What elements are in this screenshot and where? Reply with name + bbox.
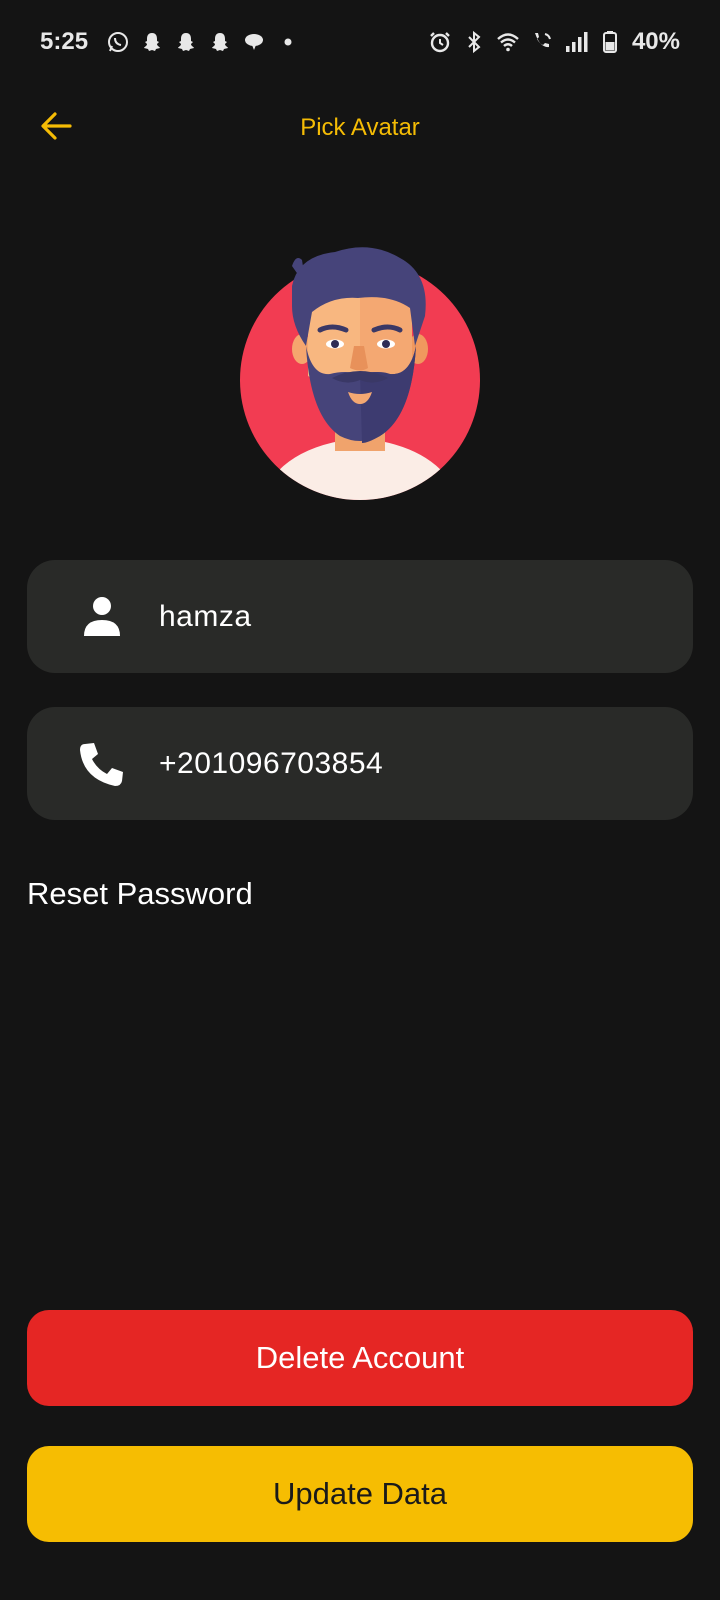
snapchat-icon — [208, 30, 232, 54]
name-input[interactable] — [159, 599, 659, 634]
app-header: Pick Avatar — [0, 96, 720, 160]
dot-icon — [276, 30, 300, 54]
update-data-button[interactable]: Update Data — [27, 1446, 693, 1542]
snapchat-icon — [140, 30, 164, 54]
wifi-call-icon — [530, 30, 554, 54]
arrow-left-icon — [38, 108, 74, 149]
chat-bubble-icon — [242, 30, 266, 54]
status-time: 5:25 — [40, 28, 89, 55]
status-bar: 5:25 40% — [0, 0, 720, 84]
signal-icon — [564, 30, 588, 54]
wifi-icon — [496, 30, 520, 54]
status-right: 40% — [428, 28, 680, 56]
back-button[interactable] — [30, 104, 82, 152]
phone-field[interactable] — [27, 707, 693, 820]
avatar-picker[interactable] — [240, 246, 480, 500]
bearded-man-avatar-icon — [240, 247, 480, 500]
delete-account-button[interactable]: Delete Account — [27, 1310, 693, 1406]
status-left: 5:25 — [40, 28, 300, 56]
alarm-icon — [428, 30, 452, 54]
phone-icon — [75, 737, 129, 791]
reset-password-link[interactable]: Reset Password — [27, 876, 253, 912]
bluetooth-icon — [462, 30, 486, 54]
page-title: Pick Avatar — [300, 114, 420, 141]
name-field[interactable] — [27, 560, 693, 673]
snapchat-icon — [174, 30, 198, 54]
whatsapp-icon — [106, 30, 130, 54]
phone-input[interactable] — [159, 746, 659, 781]
battery-icon — [598, 30, 622, 54]
battery-percent: 40% — [631, 28, 680, 55]
person-icon — [75, 590, 129, 644]
edit-profile-screen: 5:25 40% Pick Avatar hamza +201096703854… — [0, 0, 720, 1600]
